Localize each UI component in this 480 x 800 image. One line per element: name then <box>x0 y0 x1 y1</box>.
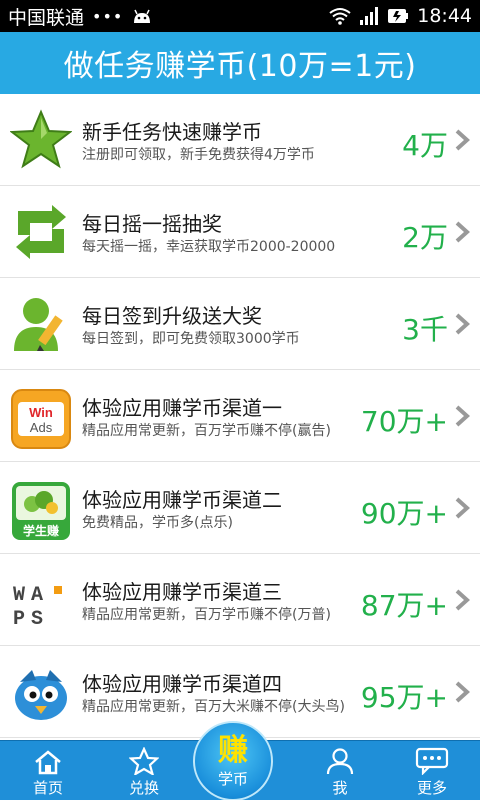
task-desc: 注册即可领取，新手免费获得4万学币 <box>82 147 315 163</box>
task-title: 体验应用赚学币渠道四 <box>82 672 282 696</box>
green-star-icon <box>10 109 72 169</box>
title-bar: 做任务赚学币(10万=1元) <box>0 32 480 94</box>
tab-me[interactable]: 我 <box>292 741 388 800</box>
student-earn-logo-icon: 学生赚 <box>12 482 70 540</box>
task-reward: 95万+ <box>360 681 448 714</box>
svg-text:PS: PS <box>13 608 49 631</box>
svg-text:Ads: Ads <box>30 420 53 435</box>
task-title: 每日签到升级送大奖 <box>82 304 262 328</box>
task-title: 每日摇一摇抽奖 <box>82 212 222 236</box>
chevron-right-icon <box>455 589 470 611</box>
task-title: 体验应用赚学币渠道二 <box>82 488 282 512</box>
person-icon <box>326 748 354 775</box>
task-row-newbie[interactable]: 新手任务快速赚学币 注册即可领取，新手免费获得4万学币 4万 <box>0 94 480 186</box>
winads-logo-icon: Win Ads <box>11 389 71 449</box>
waps-logo-icon: WA PS <box>13 584 62 631</box>
earn-icon: 赚 <box>218 732 248 768</box>
task-list: 新手任务快速赚学币 注册即可领取，新手免费获得4万学币 4万 每日摇一摇抽奖 每… <box>0 94 480 740</box>
task-reward: 3千 <box>402 313 448 346</box>
chevron-right-icon <box>455 129 470 151</box>
tab-label: 兑换 <box>128 779 159 797</box>
task-reward: 87万+ <box>360 589 448 622</box>
bird-logo-icon <box>15 670 67 720</box>
tab-label: 首页 <box>32 779 63 797</box>
tab-label: 我 <box>332 779 348 797</box>
task-title: 新手任务快速赚学币 <box>82 120 262 144</box>
tab-more[interactable]: 更多 <box>384 741 480 800</box>
clock: 18:44 <box>417 5 472 27</box>
chat-more-icon <box>415 747 449 775</box>
chevron-right-icon <box>455 497 470 519</box>
svg-text:Win: Win <box>29 405 53 420</box>
home-icon <box>35 750 61 775</box>
task-row-shake[interactable]: 每日摇一摇抽奖 每天摇一摇，幸运获取学币2000-20000 2万 <box>0 186 480 278</box>
chevron-right-icon <box>455 405 470 427</box>
task-reward: 4万 <box>402 129 448 162</box>
tab-label: 更多 <box>416 779 447 797</box>
page-title: 做任务赚学币(10万=1元) <box>63 49 417 84</box>
green-refresh-icon <box>16 205 66 259</box>
task-desc: 每日签到，即可免费领取3000学币 <box>82 331 300 347</box>
wifi-icon <box>329 8 351 25</box>
task-desc: 精品应用常更新，百万学币赚不停(万普) <box>82 607 331 623</box>
task-row-channel-2[interactable]: 学生赚 体验应用赚学币渠道二 免费精品，学币多(点乐) 90万+ <box>0 462 480 554</box>
task-title: 体验应用赚学币渠道三 <box>82 580 282 604</box>
svg-text:WA: WA <box>13 584 49 607</box>
chevron-right-icon <box>455 221 470 243</box>
notification-dots: ••• <box>92 6 124 26</box>
battery-icon <box>388 9 409 23</box>
task-desc: 精品应用常更新，百万学币赚不停(赢告) <box>82 423 331 439</box>
task-reward: 90万+ <box>360 497 448 530</box>
tab-exchange[interactable]: 兑换 <box>96 741 192 800</box>
carrier-label: 中国联通 <box>8 6 85 29</box>
task-title: 体验应用赚学币渠道一 <box>82 396 282 420</box>
bottom-tab-bar: 首页 兑换 赚 学币 我 更多 <box>0 721 480 800</box>
task-row-channel-3[interactable]: WA PS 体验应用赚学币渠道三 精品应用常更新，百万学币赚不停(万普) 87万… <box>0 554 480 646</box>
task-row-checkin[interactable]: 每日签到升级送大奖 每日签到，即可免费领取3000学币 3千 <box>0 278 480 370</box>
svg-text:学生赚: 学生赚 <box>23 523 59 538</box>
android-icon <box>134 9 151 23</box>
signal-icon <box>360 7 379 25</box>
tab-label: 学币 <box>217 769 248 788</box>
status-bar: 中国联通 ••• 18:44 <box>0 0 480 32</box>
task-desc: 免费精品，学币多(点乐) <box>82 515 233 531</box>
star-outline-icon <box>129 747 159 775</box>
task-reward: 70万+ <box>360 405 448 438</box>
task-reward: 2万 <box>402 221 448 254</box>
tab-home[interactable]: 首页 <box>0 741 96 800</box>
task-desc: 每天摇一摇，幸运获取学币2000-20000 <box>82 239 336 255</box>
chevron-right-icon <box>455 681 470 703</box>
tab-earn[interactable]: 赚 学币 <box>193 721 273 800</box>
task-desc: 精品应用常更新，百万大米赚不停(大头鸟) <box>82 699 345 715</box>
user-pencil-icon <box>14 298 63 351</box>
chevron-right-icon <box>455 313 470 335</box>
task-row-channel-1[interactable]: Win Ads 体验应用赚学币渠道一 精品应用常更新，百万学币赚不停(赢告) 7… <box>0 370 480 462</box>
